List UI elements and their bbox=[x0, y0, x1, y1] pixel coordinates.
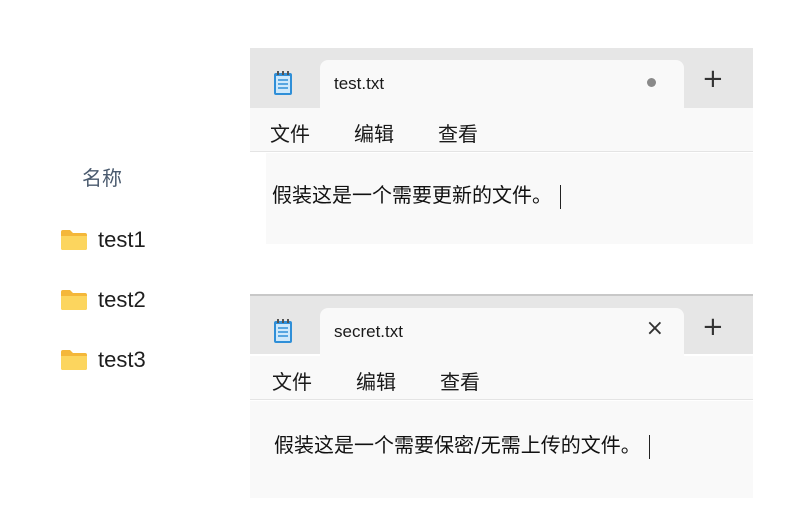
text-caret bbox=[560, 184, 561, 209]
text-editor-area[interactable]: 假装这是一个需要保密/无需上传的文件。 bbox=[250, 401, 753, 498]
new-tab-button[interactable]: + bbox=[702, 314, 724, 340]
menu-view[interactable]: 查看 bbox=[440, 366, 480, 395]
notepad-window-test: test.txt + 文件 编辑 查看 假装这是一个需要更新的文件。 bbox=[250, 48, 753, 248]
tab-title: test.txt bbox=[334, 74, 385, 93]
menu-edit[interactable]: 编辑 bbox=[356, 366, 396, 395]
folder-item-test2[interactable]: test2 bbox=[60, 285, 146, 315]
menu-file[interactable]: 文件 bbox=[270, 118, 310, 147]
notepad-icon bbox=[274, 71, 292, 95]
file-explorer-pane: 名称 test1 test2 test3 bbox=[0, 0, 250, 516]
unsaved-dot-icon[interactable] bbox=[647, 78, 656, 87]
editor-content: 假装这是一个需要保密/无需上传的文件。 bbox=[274, 429, 650, 459]
menu-bar: 文件 编辑 查看 bbox=[250, 108, 753, 152]
folder-item-test3[interactable]: test3 bbox=[60, 345, 146, 375]
editor-text: 假装这是一个需要保密/无需上传的文件。 bbox=[274, 433, 641, 457]
folder-item-test1[interactable]: test1 bbox=[60, 225, 146, 255]
menu-file[interactable]: 文件 bbox=[272, 366, 312, 395]
tab-secret-txt[interactable]: secret.txt × bbox=[320, 308, 684, 356]
menu-edit[interactable]: 编辑 bbox=[354, 118, 394, 147]
folder-label: test3 bbox=[98, 347, 146, 372]
tab-test-txt[interactable]: test.txt bbox=[320, 60, 684, 108]
editor-content: 假装这是一个需要更新的文件。 bbox=[272, 179, 561, 209]
notepad-icon bbox=[274, 319, 292, 343]
text-caret bbox=[648, 434, 650, 459]
tab-bar: secret.txt × + bbox=[250, 294, 753, 356]
notepad-window-secret: secret.txt × + 文件 编辑 查看 假装这是一个需要保密/无需上传的… bbox=[250, 294, 753, 498]
tab-bar: test.txt + bbox=[250, 48, 753, 108]
editor-text: 假装这是一个需要更新的文件。 bbox=[272, 183, 552, 207]
folder-icon bbox=[61, 350, 87, 370]
folder-icon bbox=[61, 230, 87, 250]
folder-icon bbox=[61, 290, 87, 310]
text-editor-area[interactable]: 假装这是一个需要更新的文件。 bbox=[266, 153, 753, 244]
column-header-name[interactable]: 名称 bbox=[82, 162, 122, 191]
menu-view[interactable]: 查看 bbox=[438, 118, 478, 147]
folder-label: test1 bbox=[98, 227, 146, 252]
close-icon[interactable]: × bbox=[646, 316, 664, 342]
new-tab-button[interactable]: + bbox=[702, 66, 724, 92]
menu-bar: 文件 编辑 查看 bbox=[250, 356, 753, 400]
tab-title: secret.txt bbox=[334, 322, 403, 341]
folder-label: test2 bbox=[98, 287, 146, 312]
